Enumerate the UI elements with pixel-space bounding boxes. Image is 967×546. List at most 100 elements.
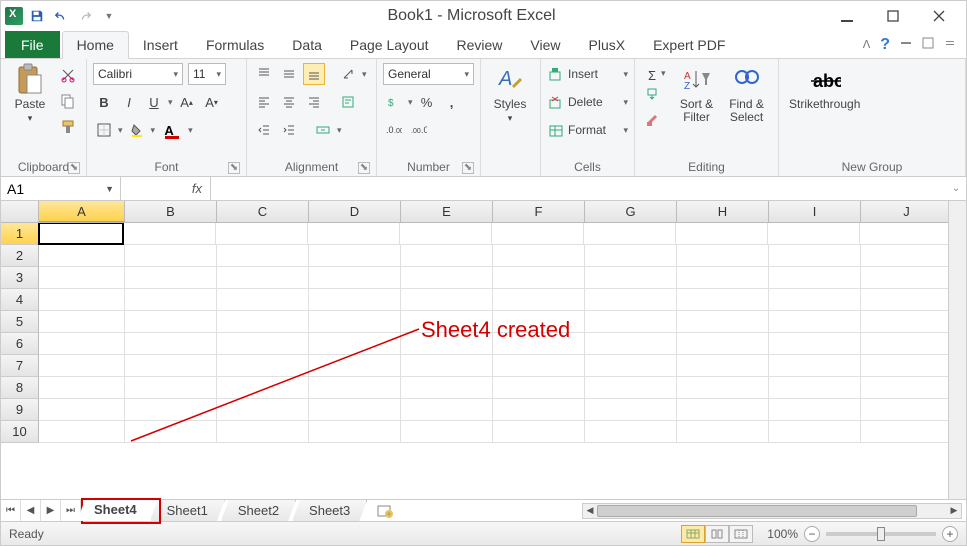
sheet-nav-first-icon[interactable]: ⏮ xyxy=(1,500,21,521)
name-box[interactable]: A1▼ xyxy=(1,177,121,200)
tab-home[interactable]: Home xyxy=(62,31,129,59)
file-tab[interactable]: File xyxy=(5,31,60,58)
cell[interactable] xyxy=(39,289,125,311)
insert-cells-icon[interactable] xyxy=(547,63,565,85)
cell[interactable] xyxy=(493,289,585,311)
cell[interactable] xyxy=(769,399,861,421)
clear-icon[interactable] xyxy=(641,109,663,131)
ribbon-opt3-icon[interactable] xyxy=(944,36,956,54)
redo-icon[interactable] xyxy=(75,6,95,26)
cell[interactable] xyxy=(217,333,309,355)
align-center-icon[interactable] xyxy=(278,91,300,113)
close-button[interactable] xyxy=(916,1,962,31)
cell[interactable] xyxy=(492,223,584,245)
format-cells-icon[interactable] xyxy=(547,119,565,141)
column-header[interactable]: E xyxy=(401,201,493,222)
sort-filter-button[interactable]: AZ Sort & Filter xyxy=(674,62,720,126)
cell[interactable] xyxy=(493,311,585,333)
cell[interactable] xyxy=(309,399,401,421)
cell[interactable] xyxy=(400,223,492,245)
cell[interactable] xyxy=(125,355,217,377)
cell[interactable] xyxy=(585,289,677,311)
cell[interactable] xyxy=(125,399,217,421)
cell[interactable] xyxy=(309,421,401,443)
qat-customize-icon[interactable]: ▼ xyxy=(99,6,119,26)
tab-data[interactable]: Data xyxy=(278,31,336,58)
fx-icon[interactable]: fx xyxy=(121,177,211,200)
cell[interactable] xyxy=(861,333,953,355)
align-left-icon[interactable] xyxy=(253,91,275,113)
cell[interactable] xyxy=(769,355,861,377)
cell[interactable] xyxy=(677,311,769,333)
cell[interactable] xyxy=(584,223,676,245)
cell[interactable] xyxy=(677,355,769,377)
cell[interactable] xyxy=(217,355,309,377)
horizontal-scrollbar[interactable]: ◀ ▶ xyxy=(582,503,962,519)
column-header[interactable]: D xyxy=(309,201,401,222)
cell[interactable] xyxy=(39,267,125,289)
undo-icon[interactable] xyxy=(51,6,71,26)
font-size-combo[interactable]: 11▾ xyxy=(188,63,226,85)
cell[interactable] xyxy=(860,223,952,245)
cell[interactable] xyxy=(861,245,953,267)
cell[interactable] xyxy=(401,289,493,311)
cell[interactable] xyxy=(677,289,769,311)
cell[interactable] xyxy=(401,421,493,443)
paste-button[interactable]: Paste▾ xyxy=(7,62,53,126)
cell[interactable] xyxy=(125,333,217,355)
hscroll-right-icon[interactable]: ▶ xyxy=(947,505,961,516)
cell[interactable] xyxy=(309,267,401,289)
cell[interactable] xyxy=(493,377,585,399)
strikethrough-button[interactable]: abc Strikethrough xyxy=(785,62,864,113)
font-name-combo[interactable]: Calibri▾ xyxy=(93,63,183,85)
cell[interactable] xyxy=(309,289,401,311)
help-icon[interactable]: ? xyxy=(880,36,890,54)
font-launcher-icon[interactable]: ⬊ xyxy=(228,162,240,174)
cell[interactable] xyxy=(769,245,861,267)
cell[interactable] xyxy=(677,399,769,421)
cell[interactable] xyxy=(309,333,401,355)
align-right-icon[interactable] xyxy=(303,91,325,113)
zoom-out-button[interactable]: − xyxy=(804,526,820,542)
cell[interactable] xyxy=(217,289,309,311)
format-painter-icon[interactable] xyxy=(57,116,79,138)
cell[interactable] xyxy=(39,311,125,333)
cell[interactable] xyxy=(585,355,677,377)
row-header[interactable]: 5 xyxy=(1,311,39,333)
cell[interactable] xyxy=(677,377,769,399)
copy-icon[interactable] xyxy=(57,90,79,112)
row-header[interactable]: 7 xyxy=(1,355,39,377)
cell[interactable] xyxy=(585,267,677,289)
cell[interactable] xyxy=(861,377,953,399)
cell[interactable] xyxy=(39,421,125,443)
cell[interactable] xyxy=(585,421,677,443)
align-bottom-icon[interactable] xyxy=(303,63,325,85)
insert-cells-button[interactable]: Insert xyxy=(568,67,598,81)
fill-color-button[interactable] xyxy=(126,119,148,141)
zoom-slider[interactable] xyxy=(826,532,936,536)
cell[interactable] xyxy=(217,311,309,333)
find-select-button[interactable]: Find & Select xyxy=(724,62,770,126)
cell[interactable] xyxy=(585,333,677,355)
tab-review[interactable]: Review xyxy=(443,31,517,58)
tab-formulas[interactable]: Formulas xyxy=(192,31,278,58)
cut-icon[interactable] xyxy=(57,64,79,86)
row-header[interactable]: 4 xyxy=(1,289,39,311)
cell[interactable] xyxy=(124,223,216,245)
sheet-tab-sheet2[interactable]: Sheet2 xyxy=(221,500,296,521)
tab-insert[interactable]: Insert xyxy=(129,31,192,58)
cell[interactable] xyxy=(39,399,125,421)
cell[interactable] xyxy=(309,311,401,333)
cell[interactable] xyxy=(217,421,309,443)
delete-cells-icon[interactable] xyxy=(547,91,565,113)
cell[interactable] xyxy=(677,421,769,443)
select-all-corner[interactable] xyxy=(1,201,39,222)
cell[interactable] xyxy=(401,333,493,355)
italic-button[interactable]: I xyxy=(118,91,140,113)
new-sheet-button[interactable] xyxy=(371,500,399,521)
cell[interactable] xyxy=(39,377,125,399)
cell[interactable] xyxy=(38,223,124,245)
cell[interactable] xyxy=(125,377,217,399)
cell[interactable] xyxy=(861,355,953,377)
cell[interactable] xyxy=(39,245,125,267)
